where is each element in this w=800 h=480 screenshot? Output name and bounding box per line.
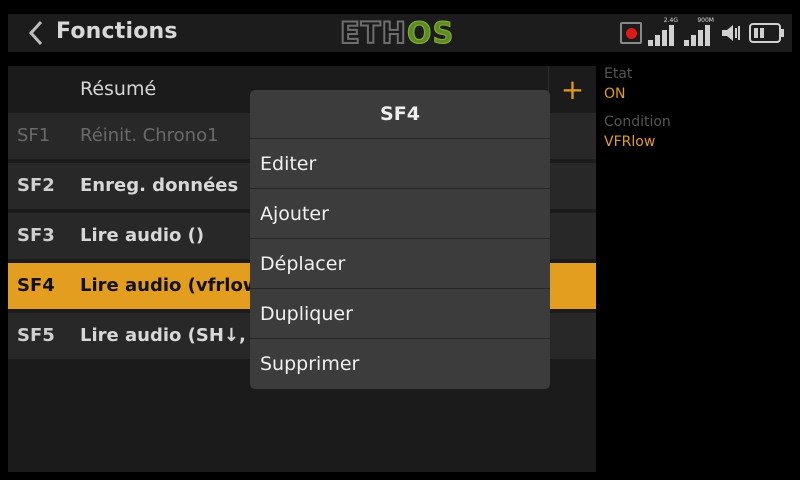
- state-value: ON: [604, 86, 626, 102]
- ethos-logo: ETHOS: [339, 15, 455, 51]
- add-button[interactable]: +: [548, 66, 596, 112]
- signal-900m-label: 900M: [697, 17, 714, 24]
- record-icon: [620, 22, 642, 44]
- status-icons: 2.4G 900M: [620, 17, 786, 48]
- speaker-icon: [722, 25, 740, 41]
- list-item-id: SF5: [17, 325, 55, 346]
- back-button[interactable]: [18, 14, 54, 52]
- logo-text-os: OS: [406, 16, 455, 51]
- chevron-left-icon: [28, 20, 43, 46]
- menu-item-move[interactable]: Déplacer: [250, 239, 550, 289]
- context-menu-title: SF4: [250, 90, 550, 139]
- list-item-id: SF3: [17, 225, 55, 246]
- menu-item-add[interactable]: Ajouter: [250, 189, 550, 239]
- list-item-text: Lire audio (vfrlow: [80, 275, 260, 296]
- list-item-id: SF2: [17, 175, 55, 196]
- list-item-id: SF1: [17, 125, 51, 146]
- list-item-text: Lire audio (SH↓, t: [80, 325, 261, 346]
- menu-item-delete[interactable]: Supprimer: [250, 339, 550, 389]
- context-menu: SF4 Editer Ajouter Déplacer Dupliquer Su…: [250, 90, 550, 389]
- state-label: Etat: [604, 66, 633, 82]
- list-item-text: Enreg. données: [80, 175, 239, 196]
- list-item-text: Réinit. Chrono1: [80, 125, 219, 146]
- details-panel: Etat ON Condition VFRlow: [604, 66, 671, 162]
- list-item-id: SF4: [17, 275, 55, 296]
- top-bar: Fonctions ETHOS 2.4G 900M: [8, 14, 792, 52]
- list-item-text: Lire audio (): [80, 225, 205, 246]
- signal-2g4-label: 2.4G: [663, 17, 678, 24]
- condition-value: VFRlow: [604, 134, 656, 150]
- battery-icon: [749, 23, 784, 43]
- signal-2g4-icon: 2.4G: [648, 17, 678, 46]
- logo-text-eth: ETH: [339, 15, 407, 51]
- condition-label: Condition: [604, 114, 671, 130]
- column-summary-header: Résumé: [80, 78, 157, 100]
- page-title: Fonctions: [56, 19, 178, 44]
- menu-item-edit[interactable]: Editer: [250, 139, 550, 189]
- signal-900m-icon: 900M: [684, 17, 714, 46]
- menu-item-duplicate[interactable]: Dupliquer: [250, 289, 550, 339]
